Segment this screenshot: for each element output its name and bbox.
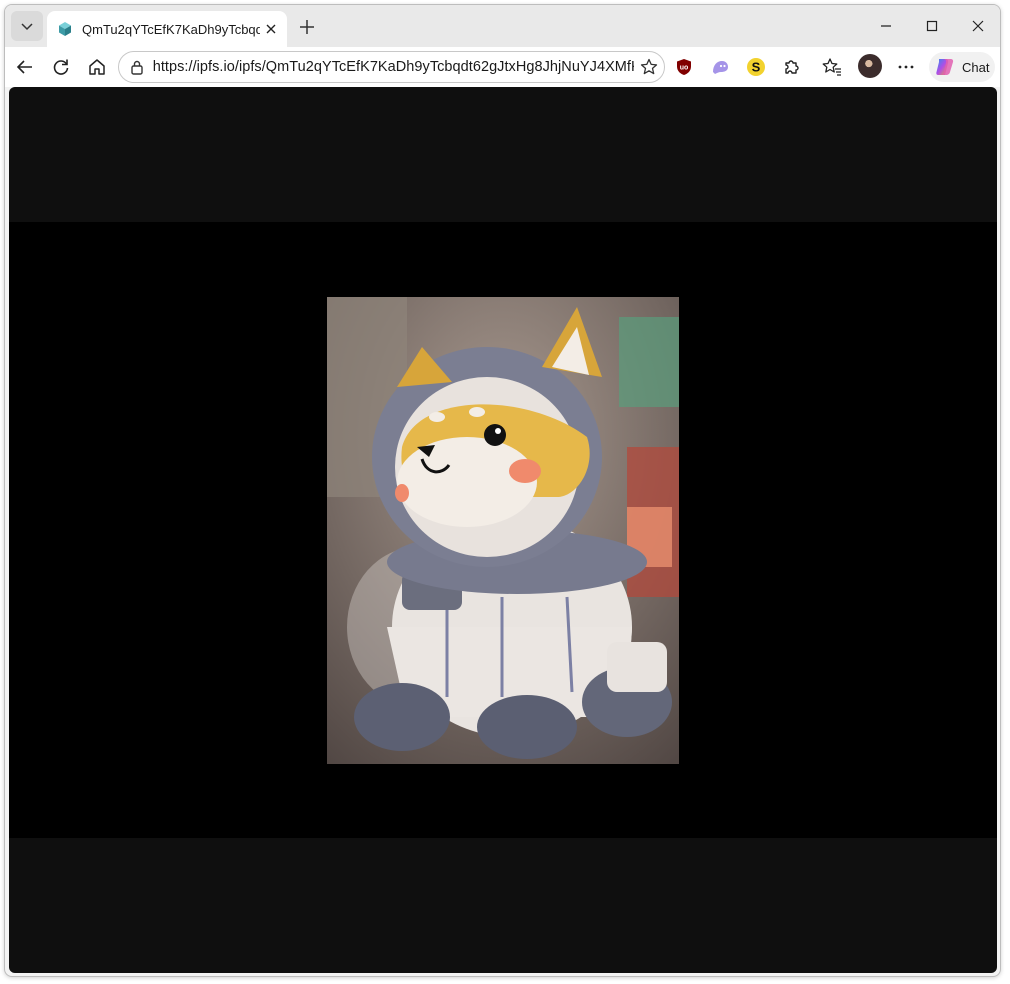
favorite-button[interactable] — [634, 52, 664, 82]
star-icon — [641, 58, 658, 75]
favorites-button[interactable] — [820, 55, 844, 79]
browser-window: QmTu2qYTcEfK7KaDh9yTcbqdt62g — [4, 4, 1001, 977]
profile-avatar[interactable] — [858, 54, 882, 78]
maximize-icon — [926, 20, 938, 32]
settings-more-button[interactable] — [894, 55, 918, 79]
close-window-button[interactable] — [955, 7, 1000, 45]
puzzle-icon — [785, 60, 799, 74]
ghost-extension-button[interactable] — [708, 55, 732, 79]
tab-active[interactable]: QmTu2qYTcEfK7KaDh9yTcbqdt62g — [47, 11, 287, 47]
tab-close-button[interactable] — [264, 20, 280, 38]
copilot-icon — [936, 59, 954, 75]
tab-title: QmTu2qYTcEfK7KaDh9yTcbqdt62g — [82, 21, 260, 37]
extensions-button[interactable] — [780, 55, 804, 79]
media-viewer[interactable] — [9, 222, 997, 838]
arrow-left-icon — [16, 60, 32, 74]
favorites-star-list-icon — [822, 58, 841, 76]
tab-actions-button[interactable] — [11, 11, 43, 41]
address-bar[interactable]: https://ipfs.io/ipfs/QmTu2qYTcEfK7KaDh9y… — [118, 51, 665, 83]
refresh-icon — [53, 59, 69, 75]
new-tab-button[interactable] — [295, 15, 319, 39]
page-viewport — [9, 87, 997, 973]
lock-icon — [131, 60, 143, 75]
tab-strip: QmTu2qYTcEfK7KaDh9yTcbqdt62g — [5, 5, 1000, 47]
dollar-s-icon: S — [747, 58, 765, 76]
copilot-chat-button[interactable]: Chat — [929, 52, 995, 82]
plus-icon — [300, 20, 314, 34]
svg-text:S: S — [752, 60, 761, 75]
ublock-shield-icon: uo — [677, 59, 691, 75]
plush-shiba-astronaut-photo — [327, 297, 679, 764]
photo-illustration — [327, 297, 679, 764]
reload-button[interactable] — [45, 51, 77, 83]
home-button[interactable] — [81, 51, 113, 83]
svg-text:uo: uo — [680, 65, 689, 72]
chevron-down-icon — [21, 23, 33, 31]
ghost-icon — [713, 61, 728, 74]
close-icon — [266, 24, 276, 34]
more-horizontal-icon — [898, 65, 914, 69]
s-extension-button[interactable]: S — [744, 55, 768, 79]
navigation-toolbar: https://ipfs.io/ipfs/QmTu2qYTcEfK7KaDh9y… — [5, 47, 1000, 87]
maximize-button[interactable] — [909, 7, 955, 45]
url-text[interactable]: https://ipfs.io/ipfs/QmTu2qYTcEfK7KaDh9y… — [153, 59, 635, 75]
site-info-button[interactable] — [127, 57, 147, 77]
chat-label: Chat — [962, 59, 990, 75]
minimize-button[interactable] — [863, 7, 909, 45]
back-button[interactable] — [9, 51, 41, 83]
close-icon — [972, 20, 984, 32]
ipfs-cube-icon — [59, 22, 71, 36]
minimize-icon — [881, 25, 891, 27]
ublock-extension-button[interactable]: uo — [672, 55, 696, 79]
home-icon — [89, 59, 105, 75]
